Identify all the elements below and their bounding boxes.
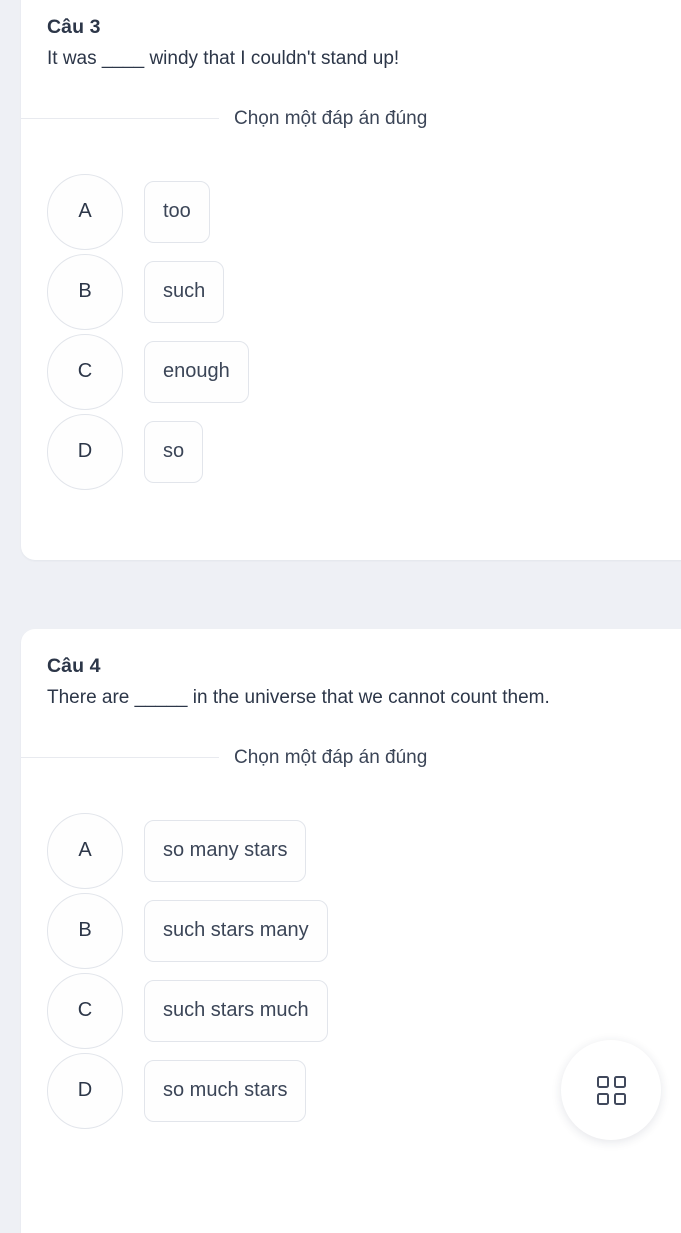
option-a-label[interactable]: too bbox=[144, 180, 210, 243]
question-3-prompt-label: Chọn một đáp án đúng bbox=[234, 107, 428, 129]
option-row-a[interactable]: A too bbox=[47, 172, 681, 252]
question-card-4: Câu 4 There are _____ in the universe th… bbox=[21, 629, 681, 1233]
option-row-b[interactable]: B such stars many bbox=[47, 891, 681, 971]
option-b-label[interactable]: such bbox=[144, 260, 225, 323]
question-4-header: Câu 4 There are _____ in the universe th… bbox=[21, 629, 681, 714]
option-row-c[interactable]: C enough bbox=[47, 332, 681, 412]
option-a-letter[interactable]: A bbox=[47, 173, 123, 250]
grid-cell-3 bbox=[596, 1092, 609, 1105]
option-row-b[interactable]: B such bbox=[47, 252, 681, 332]
option-row-c[interactable]: C such stars much bbox=[47, 971, 681, 1051]
question-3-number: Câu 3 bbox=[47, 16, 101, 38]
option-b-label[interactable]: such stars many bbox=[144, 899, 328, 962]
option-d-letter[interactable]: D bbox=[47, 413, 123, 490]
option-row-d[interactable]: D so bbox=[47, 412, 681, 492]
question-3-prompt-divider: Chọn một đáp án đúng bbox=[21, 108, 681, 130]
option-d-label[interactable]: so bbox=[144, 420, 204, 483]
option-b-letter[interactable]: B bbox=[47, 892, 123, 969]
grid-2x2-icon bbox=[596, 1075, 626, 1105]
option-c-label[interactable]: such stars much bbox=[144, 979, 328, 1042]
question-3-text: It was ____ windy that I couldn't stand … bbox=[47, 48, 400, 69]
option-b-letter[interactable]: B bbox=[47, 253, 123, 330]
option-c-letter[interactable]: C bbox=[47, 972, 123, 1049]
grid-cell-2 bbox=[613, 1075, 626, 1088]
option-d-letter[interactable]: D bbox=[47, 1052, 123, 1129]
question-4-prompt-label: Chọn một đáp án đúng bbox=[234, 746, 428, 768]
question-3-header: Câu 3 It was ____ windy that I couldn't … bbox=[21, 0, 681, 75]
question-card-3: Câu 3 It was ____ windy that I couldn't … bbox=[21, 0, 681, 560]
grid-cell-4 bbox=[613, 1092, 626, 1105]
option-row-a[interactable]: A so many stars bbox=[47, 811, 681, 891]
question-3-options: A too B such C enough D so bbox=[21, 172, 681, 492]
option-a-letter[interactable]: A bbox=[47, 812, 123, 889]
question-navigator-button[interactable] bbox=[561, 1040, 661, 1140]
option-a-label[interactable]: so many stars bbox=[144, 819, 307, 882]
question-4-prompt-divider: Chọn một đáp án đúng bbox=[21, 747, 681, 769]
question-4-number: Câu 4 bbox=[47, 655, 101, 677]
divider-left bbox=[21, 118, 219, 120]
question-4-text: There are _____ in the universe that we … bbox=[47, 687, 550, 708]
option-c-label[interactable]: enough bbox=[144, 340, 249, 403]
quiz-page: Câu 3 It was ____ windy that I couldn't … bbox=[0, 0, 681, 1233]
option-d-label[interactable]: so much stars bbox=[144, 1059, 307, 1122]
grid-cell-1 bbox=[596, 1075, 609, 1088]
option-c-letter[interactable]: C bbox=[47, 333, 123, 410]
divider-left bbox=[21, 757, 219, 759]
